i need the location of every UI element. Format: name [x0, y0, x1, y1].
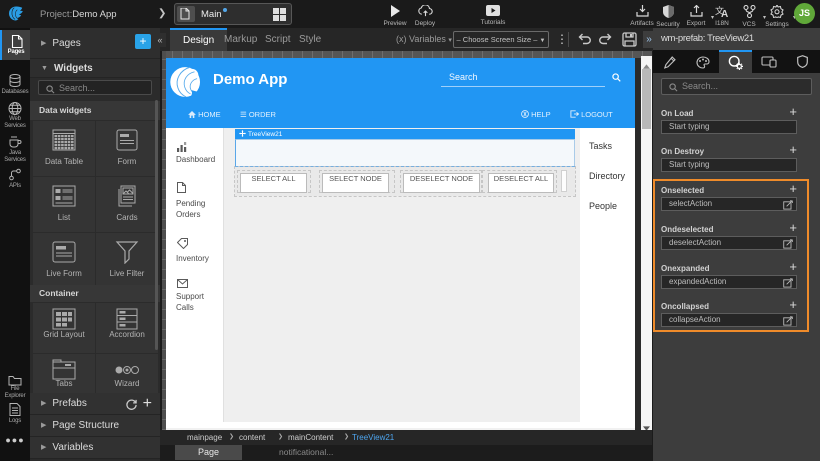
- svg-text:A: A: [721, 9, 728, 17]
